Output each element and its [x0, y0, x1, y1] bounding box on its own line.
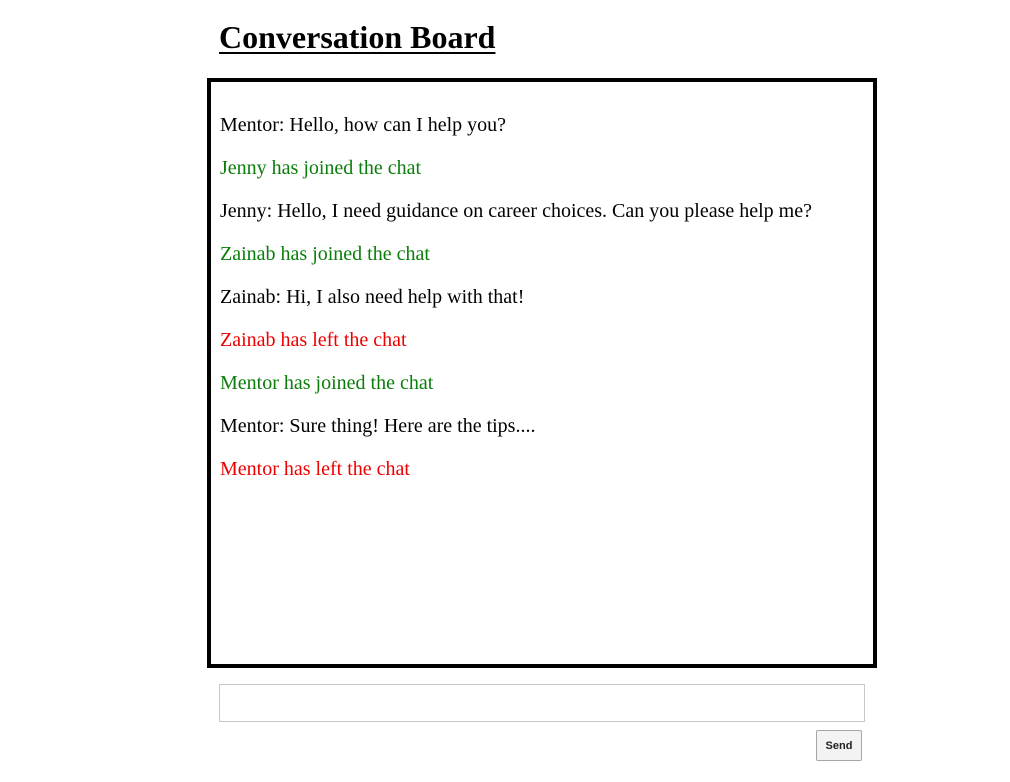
chat-message: Mentor: Sure thing! Here are the tips...…	[220, 415, 536, 437]
chat-notice: Zainab has left the chat	[220, 329, 407, 351]
chat-board[interactable]: Mentor: Hello, how can I help you? Jenny…	[207, 78, 877, 668]
chat-notice: Mentor has left the chat	[220, 458, 410, 480]
send-button[interactable]: Send	[816, 730, 862, 761]
chat-message: Mentor: Hello, how can I help you?	[220, 114, 507, 136]
chat-message: Zainab: Hi, I also need help with that!	[220, 286, 525, 308]
chat-message: Jenny: Hello, I need guidance on career …	[220, 200, 812, 222]
chat-notice: Jenny has joined the chat	[220, 157, 422, 179]
message-list: Mentor: Hello, how can I help you? Jenny…	[220, 104, 864, 491]
chat-notice: Mentor has joined the chat	[220, 372, 434, 394]
message-input[interactable]	[219, 684, 865, 722]
chat-notice: Zainab has joined the chat	[220, 243, 430, 265]
page-title: Conversation Board	[219, 19, 496, 55]
